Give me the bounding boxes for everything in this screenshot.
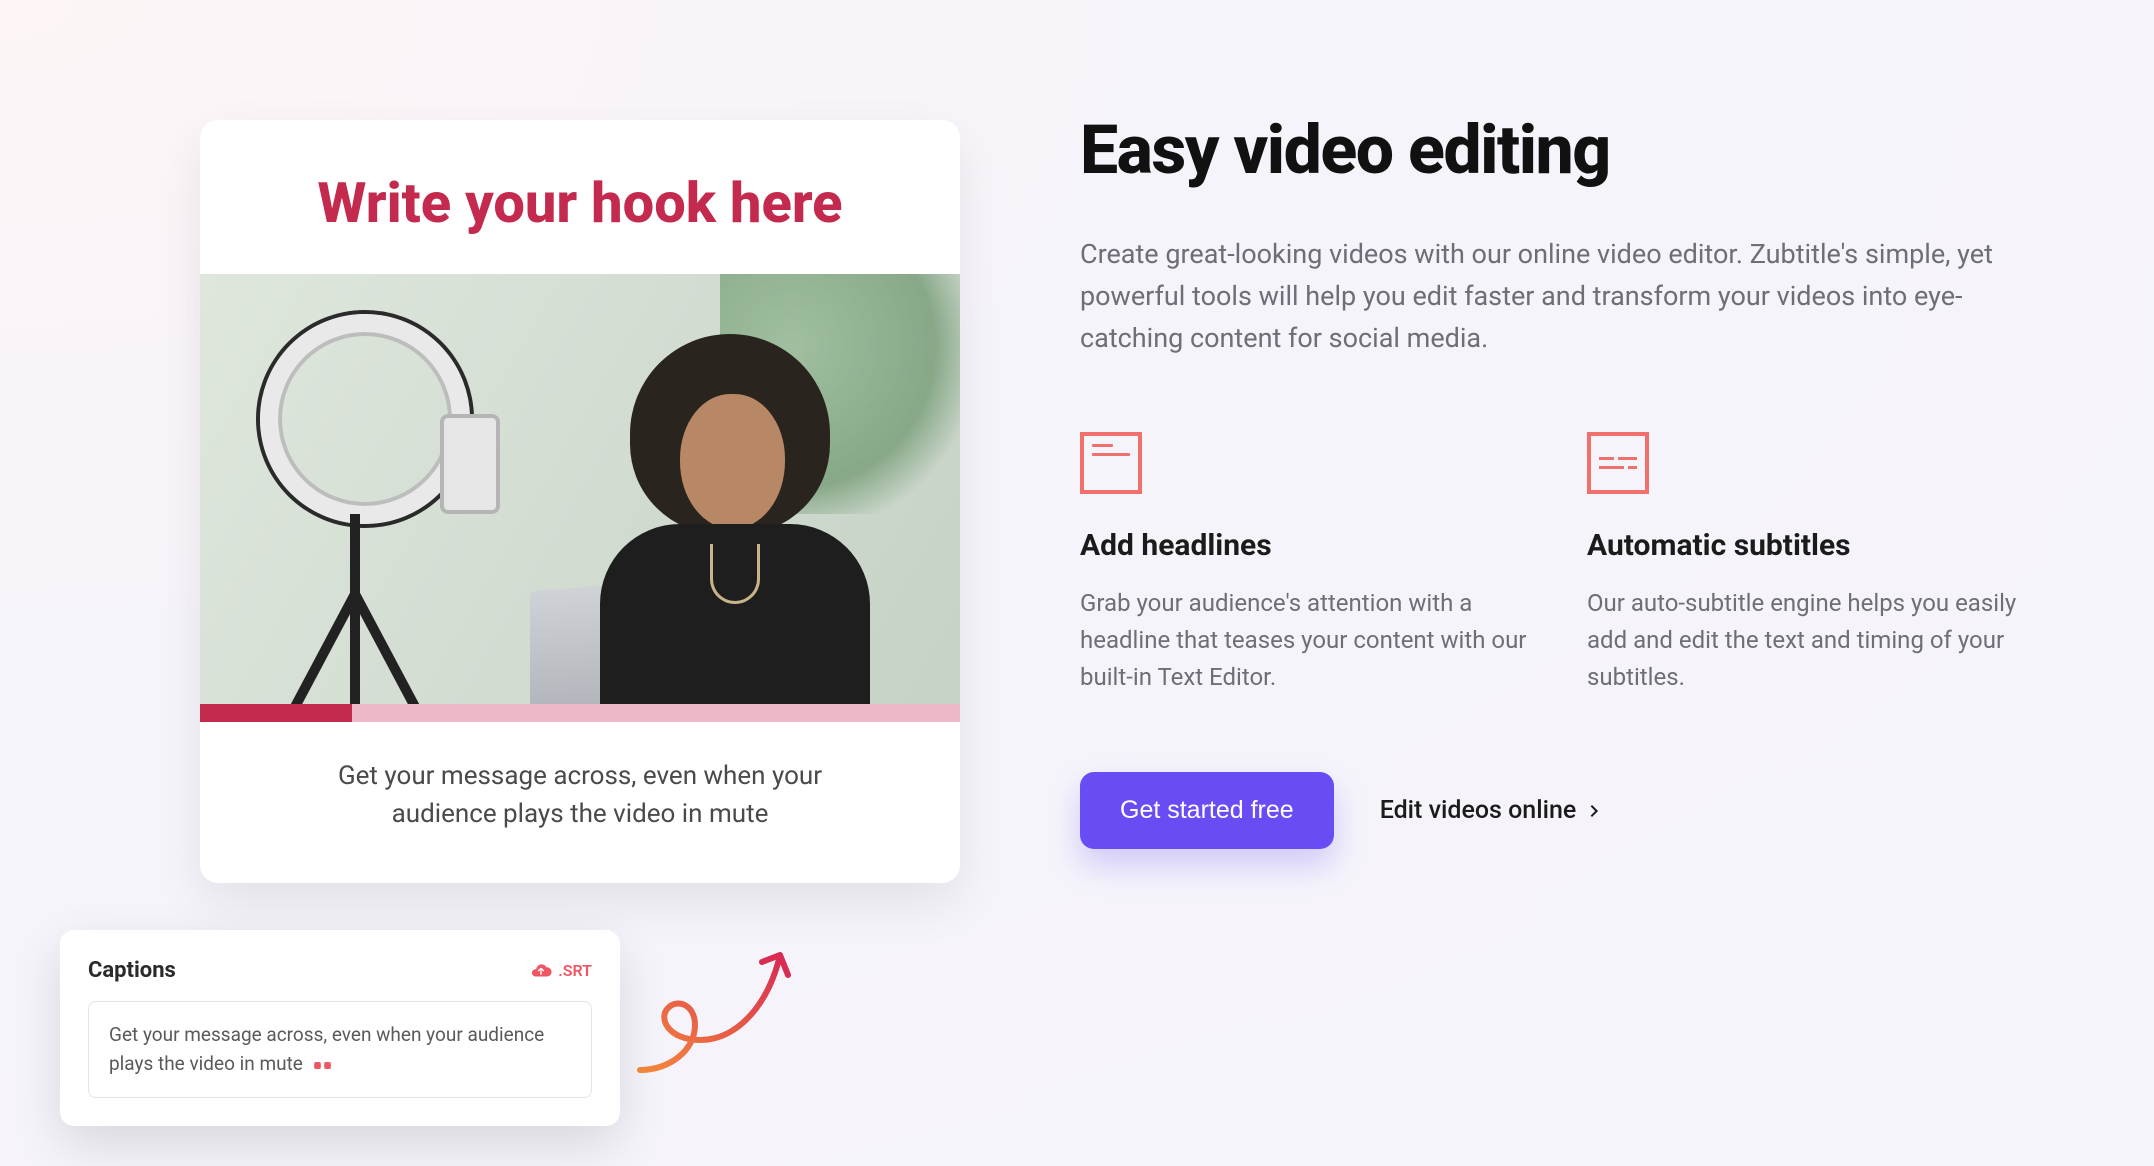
captions-panel: Captions .SRT Get your message across, e… bbox=[60, 930, 620, 1126]
video-area bbox=[200, 274, 960, 722]
drag-handle-icon[interactable] bbox=[314, 1062, 331, 1069]
headline-icon bbox=[1080, 432, 1142, 494]
captions-panel-title: Captions bbox=[88, 958, 176, 983]
video-preview-card: Write your hook here bbox=[200, 120, 960, 883]
hook-headline: Write your hook here bbox=[287, 170, 872, 236]
page-description: Create great-looking videos with our onl… bbox=[1080, 234, 2010, 360]
subtitle-icon bbox=[1587, 432, 1649, 494]
swirl-arrow-icon bbox=[620, 930, 820, 1090]
feature-description: Grab your audience's attention with a he… bbox=[1080, 585, 1527, 697]
feature-description: Our auto-subtitle engine helps you easil… bbox=[1587, 585, 2034, 697]
chevron-right-icon bbox=[1586, 803, 1602, 819]
progress-fill bbox=[200, 704, 352, 722]
srt-label: .SRT bbox=[558, 961, 592, 980]
caption-input[interactable]: Get your message across, even when your … bbox=[88, 1001, 592, 1098]
feature-automatic-subtitles: Automatic subtitles Our auto-subtitle en… bbox=[1587, 432, 2034, 697]
export-srt-button[interactable]: .SRT bbox=[530, 960, 592, 982]
preview-caption: Get your message across, even when your … bbox=[200, 722, 960, 833]
feature-add-headlines: Add headlines Grab your audience's atten… bbox=[1080, 432, 1527, 697]
edit-videos-online-link[interactable]: Edit videos online bbox=[1380, 796, 1603, 825]
feature-title: Automatic subtitles bbox=[1587, 528, 2034, 563]
upload-cloud-icon bbox=[530, 960, 552, 982]
video-frame bbox=[200, 274, 960, 704]
page-title: Easy video editing bbox=[1080, 110, 2034, 190]
feature-title: Add headlines bbox=[1080, 528, 1527, 563]
secondary-link-label: Edit videos online bbox=[1380, 796, 1577, 825]
progress-bar[interactable] bbox=[200, 704, 960, 722]
get-started-button[interactable]: Get started free bbox=[1080, 772, 1334, 849]
